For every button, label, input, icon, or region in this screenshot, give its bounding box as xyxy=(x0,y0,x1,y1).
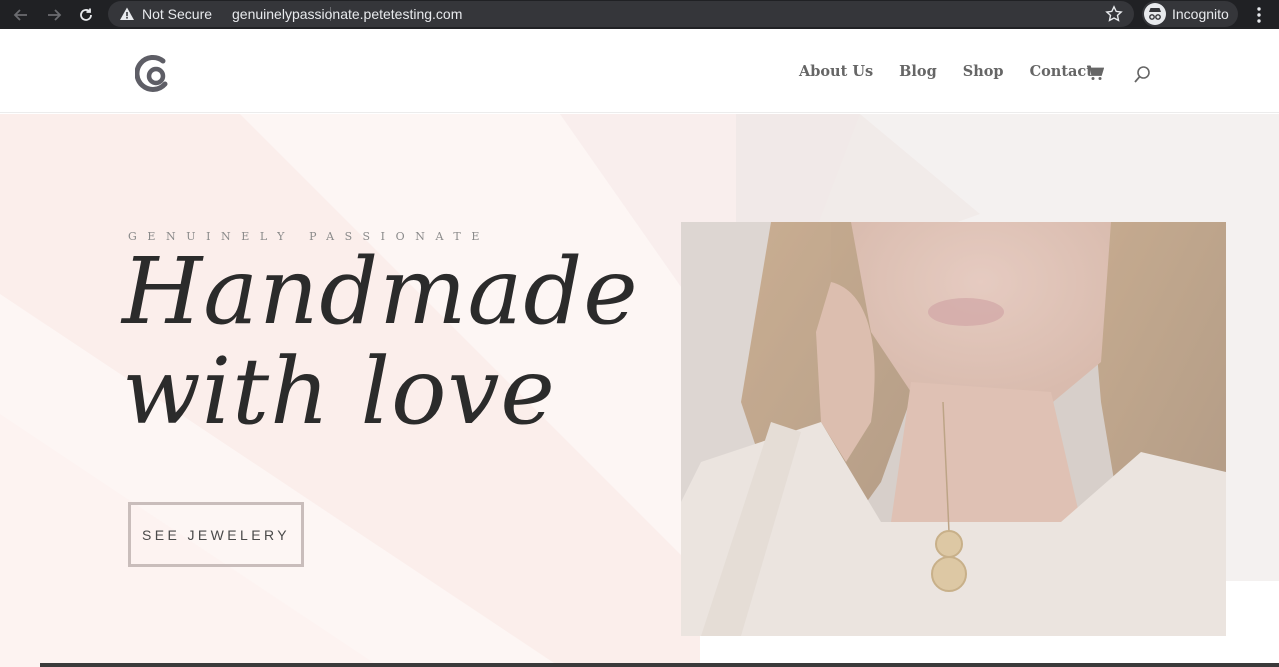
headline-line-1: Handmade xyxy=(122,238,639,345)
kebab-menu-icon[interactable] xyxy=(1250,4,1268,26)
hero-section: GENUINELY PASSIONATE Handmade with love … xyxy=(0,114,1279,667)
profile-label: Incognito xyxy=(1172,6,1229,22)
incognito-icon xyxy=(1144,3,1166,25)
security-status[interactable]: Not Secure xyxy=(142,6,212,22)
photo-veil xyxy=(681,222,1226,636)
nav-contact[interactable]: Contact xyxy=(1030,63,1093,81)
forward-arrow-icon[interactable] xyxy=(43,4,65,26)
address-bar[interactable]: Not Secure genuinelypassionate.petetesti… xyxy=(108,1,1134,27)
warning-icon xyxy=(119,6,135,27)
browser-toolbar: Not Secure genuinelypassionate.petetesti… xyxy=(0,0,1279,29)
url-text[interactable]: genuinelypassionate.petetesting.com xyxy=(232,6,462,22)
bookmark-star-icon[interactable] xyxy=(1105,5,1123,28)
headline-line-2: with love xyxy=(122,338,556,445)
main-navigation: About Us Blog Shop Contact xyxy=(799,63,1119,81)
site-header: About Us Blog Shop Contact xyxy=(0,33,1279,113)
nav-shop[interactable]: Shop xyxy=(963,63,1004,81)
hero-headline: Handmade with love xyxy=(122,238,639,445)
page-bottom-edge xyxy=(40,663,1279,667)
back-arrow-icon[interactable] xyxy=(10,4,32,26)
reload-icon[interactable] xyxy=(75,4,97,26)
nav-about-us[interactable]: About Us xyxy=(799,63,873,81)
cart-icon[interactable] xyxy=(1086,65,1105,81)
see-jewelery-button[interactable]: SEE JEWELERY xyxy=(128,502,304,567)
search-icon[interactable] xyxy=(1133,65,1151,85)
profile-button[interactable]: Incognito xyxy=(1142,1,1238,27)
nav-blog[interactable]: Blog xyxy=(899,63,937,81)
site-logo[interactable] xyxy=(134,53,171,93)
